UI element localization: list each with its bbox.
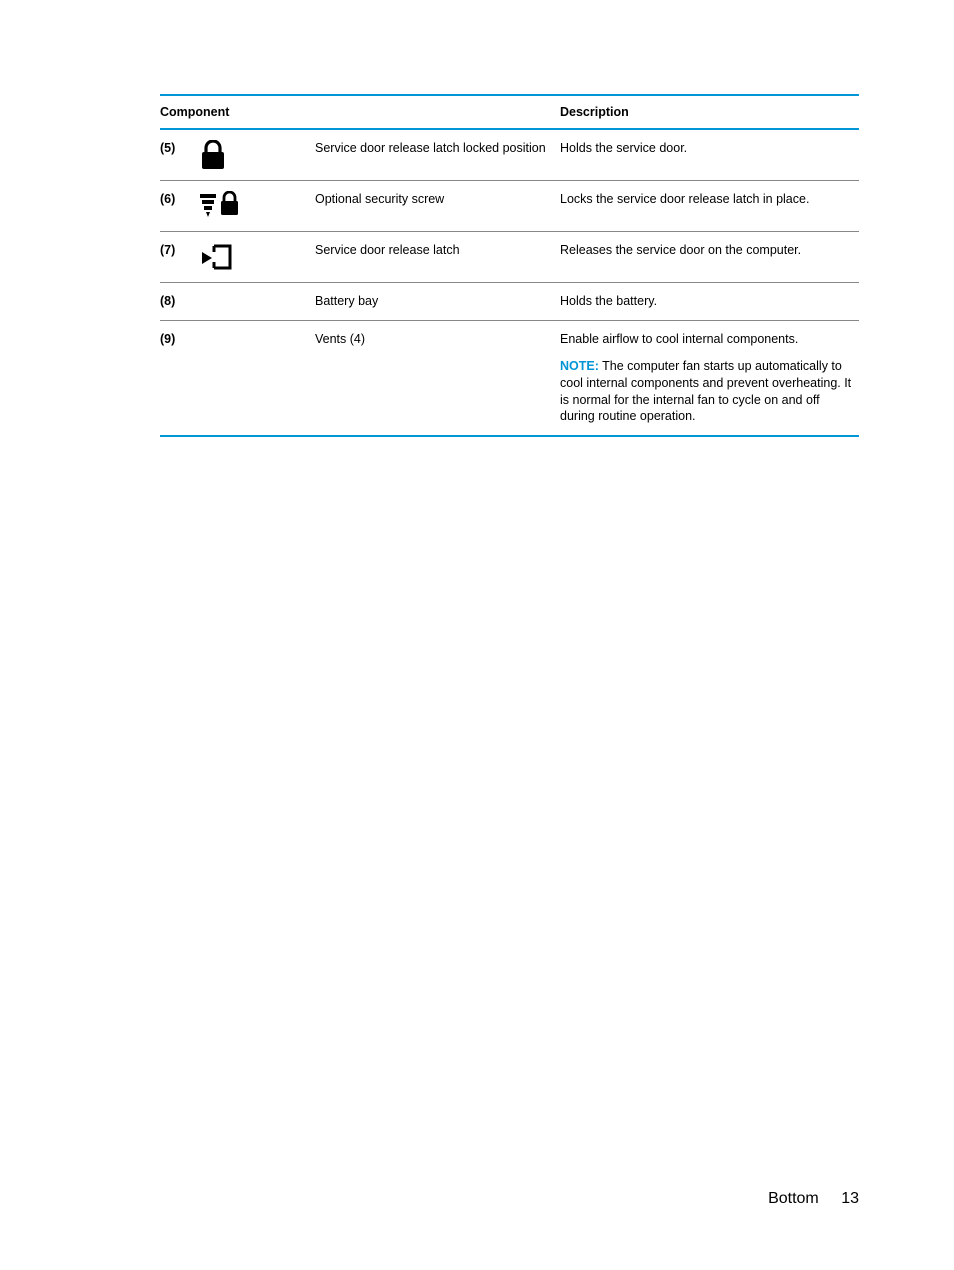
description-text: Enable airflow to cool internal componen… [560,332,798,346]
no-icon [200,283,315,321]
table-row: (6) Option [160,181,859,232]
component-description: Holds the battery. [560,283,859,321]
component-description: Holds the service door. [560,129,859,181]
component-name: Vents (4) [315,320,560,436]
header-component: Component [160,95,560,129]
component-name: Service door release latch locked positi… [315,129,560,181]
document-page: Component Description (5) Service door r… [0,0,954,437]
release-latch-icon [200,232,315,283]
component-name: Service door release latch [315,232,560,283]
note-block: NOTE: The computer fan starts up automat… [560,358,853,426]
header-description: Description [560,95,859,129]
component-name: Optional security screw [315,181,560,232]
table-row: (5) Service door release latch locked po… [160,129,859,181]
table-row: (8) Battery bay Holds the battery. [160,283,859,321]
table-header-row: Component Description [160,95,859,129]
component-name: Battery bay [315,283,560,321]
row-number: (5) [160,129,200,181]
footer-page-number: 13 [841,1190,859,1207]
row-number: (6) [160,181,200,232]
component-description-with-note: Enable airflow to cool internal componen… [560,320,859,436]
footer-section: Bottom [768,1190,819,1207]
no-icon [200,320,315,436]
note-text: The computer fan starts up automatically… [560,359,851,424]
component-table: Component Description (5) Service door r… [160,94,859,437]
note-label: NOTE: [560,359,599,373]
component-description: Releases the service door on the compute… [560,232,859,283]
table-row: (7) Service door release latch Releases … [160,232,859,283]
lock-icon [200,129,315,181]
component-description: Locks the service door release latch in … [560,181,859,232]
row-number: (9) [160,320,200,436]
row-number: (8) [160,283,200,321]
page-footer: Bottom 13 [768,1190,859,1208]
table-row: (9) Vents (4) Enable airflow to cool int… [160,320,859,436]
screw-lock-icon [200,181,315,232]
row-number: (7) [160,232,200,283]
